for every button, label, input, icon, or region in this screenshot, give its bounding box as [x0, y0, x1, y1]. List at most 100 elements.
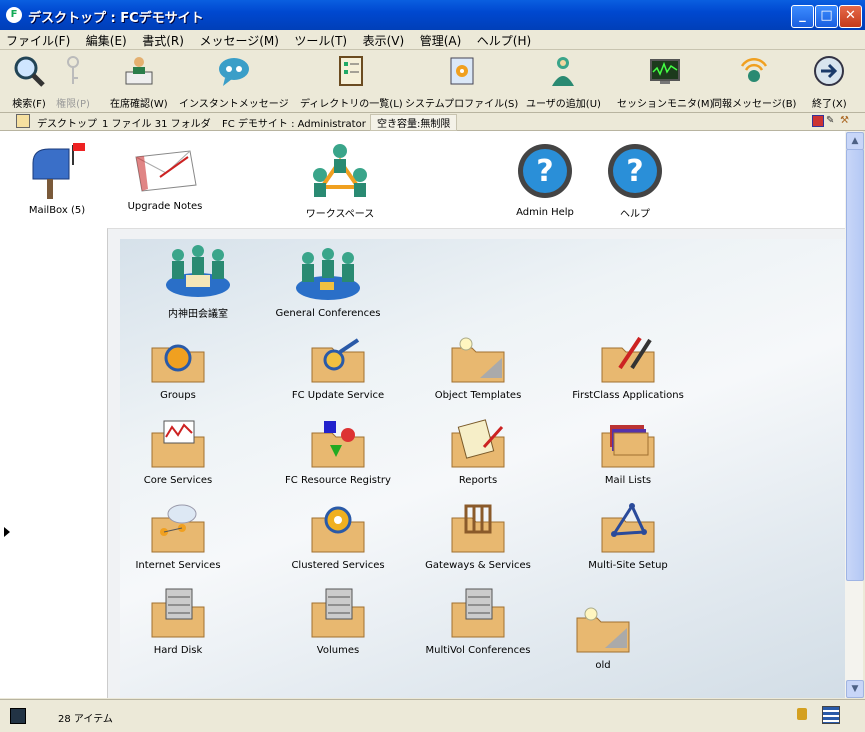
- conference-room-icon: [166, 245, 230, 297]
- permissions-button[interactable]: 権限(P): [56, 54, 90, 110]
- system-profile-icon: [450, 57, 474, 85]
- internet-services-item[interactable]: Internet Services: [128, 502, 228, 571]
- add-user-icon: [552, 57, 575, 86]
- menu-tools[interactable]: ツール(T): [288, 30, 353, 49]
- folder-report-icon: [451, 419, 505, 468]
- question-icon: ?: [518, 144, 572, 198]
- multisite-item[interactable]: Multi-Site Setup: [568, 502, 688, 571]
- folder-cluster-icon: [311, 506, 365, 553]
- object-templates-label: Object Templates: [434, 390, 522, 401]
- item-count: 28 アイテム: [58, 714, 113, 725]
- folder-templates-icon: [451, 337, 505, 383]
- resource-registry-label: FC Resource Registry: [285, 475, 391, 486]
- menu-edit[interactable]: 編集(E): [80, 30, 133, 49]
- groups-item[interactable]: Groups: [128, 332, 228, 401]
- object-templates-item[interactable]: Object Templates: [418, 332, 538, 401]
- upgrade-notes-label: Upgrade Notes: [127, 201, 203, 212]
- volumes-label: Volumes: [316, 645, 360, 656]
- directory-book-icon: [339, 56, 364, 86]
- mailbox-icon: [32, 143, 85, 199]
- general-conferences-icon: [296, 248, 360, 300]
- folder-server-icon: [451, 588, 505, 638]
- permissions-label: 権限(P): [56, 99, 90, 110]
- directory-button[interactable]: ディレクトリの一覧(L): [300, 54, 403, 110]
- svg-text:?: ?: [536, 154, 553, 189]
- minimize-button[interactable]: _: [791, 5, 814, 28]
- old-folder-label: old: [595, 660, 611, 671]
- toolbar: 検索(F) 権限(P) 在席確認(W) インスタントメッセージ ディレクトリの一…: [0, 50, 865, 113]
- clustered-services-item[interactable]: Clustered Services: [278, 502, 398, 571]
- presence-button[interactable]: 在席確認(W): [110, 54, 168, 110]
- hard-disk-label: Hard Disk: [153, 645, 203, 656]
- mailbox-item[interactable]: MailBox (5): [22, 139, 92, 216]
- old-folder-item[interactable]: old: [568, 602, 638, 671]
- vertical-scrollbar[interactable]: ▲ ▼: [845, 131, 864, 698]
- resource-registry-item[interactable]: FC Resource Registry: [278, 417, 398, 486]
- menu-admin[interactable]: 管理(A): [414, 30, 468, 49]
- broadcast-label: 同報メッセージ(B): [712, 99, 797, 110]
- conference-panel: 内神田会議室 General Conferences Groups FC Upd…: [107, 228, 845, 698]
- scroll-down-button[interactable]: ▼: [846, 680, 864, 698]
- menu-format[interactable]: 書式(R): [136, 30, 190, 49]
- upgrade-notes-item[interactable]: Upgrade Notes: [125, 147, 205, 212]
- search-button[interactable]: 検索(F): [12, 54, 46, 110]
- folder-shapes-icon: [311, 421, 365, 468]
- add-user-button[interactable]: ユーザの追加(U): [526, 54, 601, 110]
- multivol-item[interactable]: MultiVol Conferences: [418, 587, 538, 656]
- exit-arrow-icon: [814, 56, 845, 86]
- panel-toggle-icon[interactable]: [10, 708, 26, 724]
- admin-help-item[interactable]: ? Admin Help: [510, 141, 580, 218]
- conference-room-item[interactable]: 内神田会議室: [148, 241, 248, 320]
- app-icon[interactable]: F: [6, 7, 22, 23]
- groups-label: Groups: [160, 390, 196, 401]
- help-item[interactable]: ? ヘルプ: [600, 141, 670, 220]
- desktop-area: MailBox (5) Upgrade Notes ワークスペース ? Admi…: [0, 131, 845, 698]
- key-icon: [67, 56, 79, 84]
- menu-bar: ファイル(F) 編集(E) 書式(R) メッセージ(M) ツール(T) 表示(V…: [0, 30, 865, 50]
- core-services-item[interactable]: Core Services: [128, 417, 228, 486]
- session-monitor-label: セッションモニタ(M): [617, 99, 714, 110]
- expand-arrow-icon[interactable]: [4, 527, 10, 537]
- firstclass-apps-item[interactable]: FirstClass Applications: [568, 332, 688, 401]
- status-bar: 28 アイテム: [0, 699, 865, 732]
- folder-templates-icon: [576, 607, 630, 653]
- desktop-small-icon: [16, 114, 30, 128]
- folder-groups-icon: [151, 344, 205, 383]
- folder-server-icon: [151, 588, 205, 638]
- broadcast-icon: [741, 57, 768, 82]
- menu-file[interactable]: ファイル(F): [0, 30, 76, 49]
- system-profile-button[interactable]: システムプロファイル(S): [405, 54, 518, 110]
- title-bar: F デスクトップ : FCデモサイト _ □ ✕: [0, 0, 865, 30]
- pencil-icon[interactable]: ✎: [826, 115, 834, 126]
- folder-chart-icon: [151, 420, 205, 468]
- menu-view[interactable]: 表示(V): [357, 30, 411, 49]
- exit-button[interactable]: 終了(X): [812, 54, 847, 110]
- scroll-up-button[interactable]: ▲: [846, 132, 864, 150]
- gateways-item[interactable]: Gateways & Services: [418, 502, 538, 571]
- instant-message-label: インスタントメッセージ: [179, 99, 289, 110]
- maximize-button[interactable]: □: [815, 5, 838, 28]
- tools-icon[interactable]: ⚒: [840, 115, 849, 126]
- path-bar: デスクトップ 1 ファイル 31 フォルダ FC デモサイト : Adminis…: [0, 113, 865, 131]
- mail-lists-item[interactable]: Mail Lists: [568, 417, 688, 486]
- workspace-item[interactable]: ワークスペース: [300, 141, 380, 220]
- view-toggle-icon[interactable]: [822, 706, 840, 724]
- person-computer-icon: [125, 57, 153, 85]
- menu-message[interactable]: メッセージ(M): [193, 30, 284, 49]
- broadcast-button[interactable]: 同報メッセージ(B): [712, 54, 796, 110]
- reports-item[interactable]: Reports: [418, 417, 538, 486]
- general-conferences-item[interactable]: General Conferences: [268, 244, 388, 319]
- instant-message-button[interactable]: インスタントメッセージ: [179, 54, 289, 110]
- workspace-icon: [313, 144, 367, 197]
- core-services-label: Core Services: [143, 475, 213, 486]
- volumes-item[interactable]: Volumes: [278, 587, 398, 656]
- menu-help[interactable]: ヘルプ(H): [471, 30, 537, 49]
- folder-server-icon: [311, 588, 365, 638]
- scroll-thumb[interactable]: [846, 149, 864, 581]
- session-monitor-button[interactable]: セッションモニタ(M): [617, 54, 713, 110]
- update-service-item[interactable]: FC Update Service: [278, 332, 398, 401]
- mailbox-label: MailBox (5): [28, 205, 86, 216]
- flag-icon[interactable]: [812, 115, 824, 127]
- close-button[interactable]: ✕: [839, 5, 862, 28]
- hard-disk-item[interactable]: Hard Disk: [128, 587, 228, 656]
